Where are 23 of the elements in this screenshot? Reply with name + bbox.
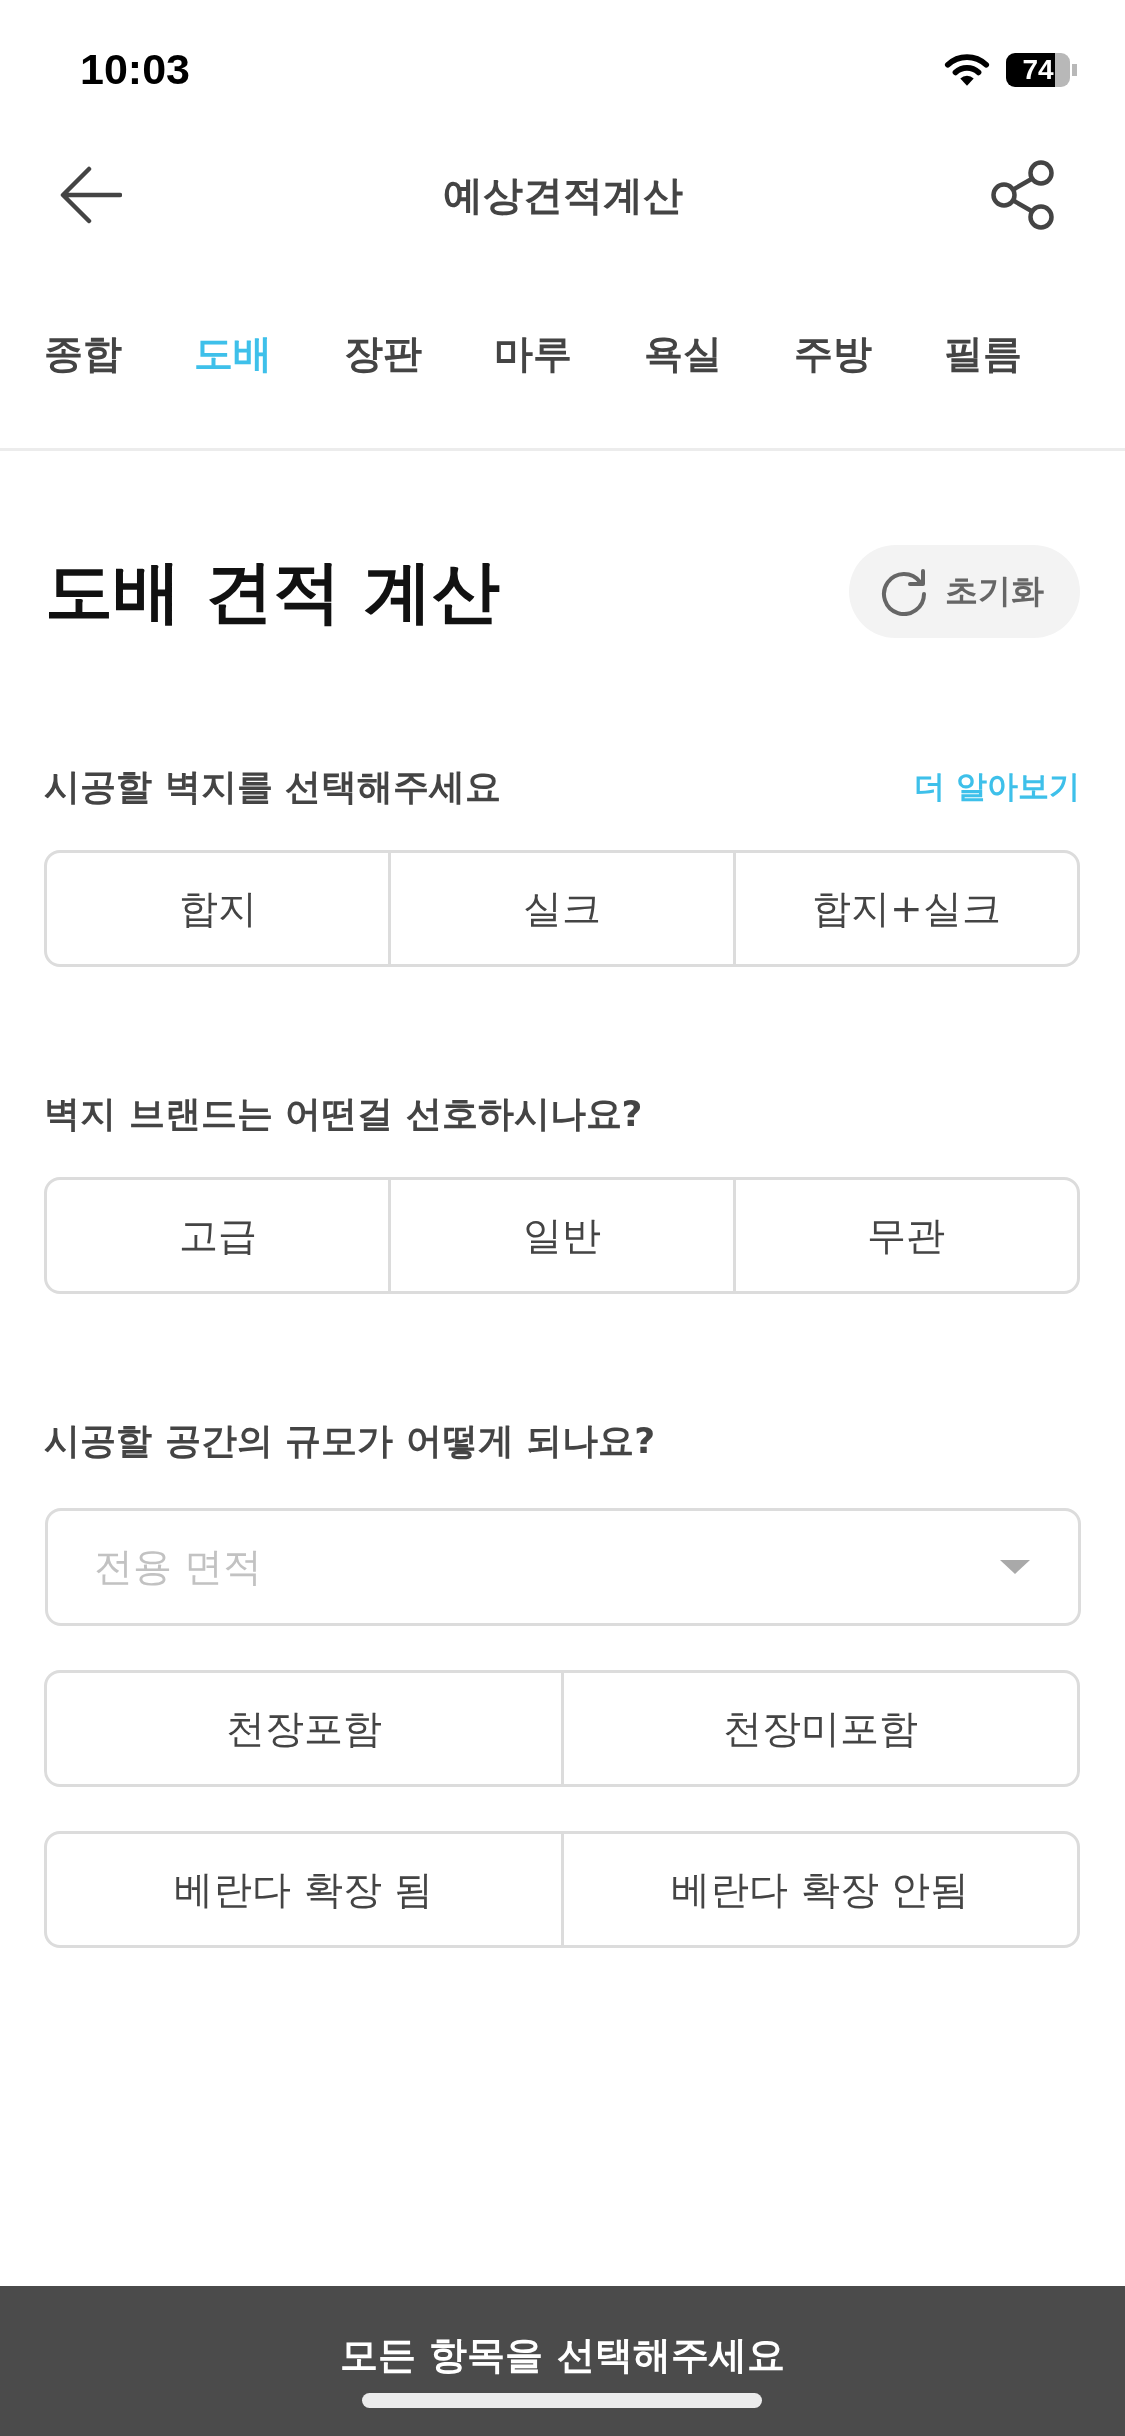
option-button[interactable]: 일반 xyxy=(388,1177,736,1294)
wifi-icon xyxy=(944,52,990,87)
question-label: 시공할 벽지를 선택해주세요 xyxy=(44,764,502,809)
category-tab[interactable]: 욕실 xyxy=(644,329,722,379)
category-tab[interactable]: 필름 xyxy=(944,329,1022,379)
question-label: 시공할 공간의 규모가 어떻게 되나요? xyxy=(44,1418,655,1463)
refresh-icon xyxy=(879,567,929,616)
category-tab[interactable]: 주방 xyxy=(794,329,872,379)
page-title: 도배 견적 계산 xyxy=(45,551,501,633)
header-title: 예상견적계산 xyxy=(442,170,683,220)
status-time: 10:03 xyxy=(80,44,190,94)
option-button[interactable]: 실크 xyxy=(388,850,736,967)
option-button[interactable]: 베란다 확장 됨 xyxy=(44,1831,564,1948)
category-tab[interactable]: 마루 xyxy=(494,329,572,379)
question-label: 벽지 브랜드는 어떤걸 선호하시나요? xyxy=(44,1091,643,1136)
caret-icon xyxy=(1000,1560,1030,1574)
category-tab[interactable]: 종합 xyxy=(44,329,122,379)
category-tab[interactable]: 장판 xyxy=(344,329,422,379)
share-icon[interactable] xyxy=(991,160,1055,230)
back-arrow-icon[interactable] xyxy=(60,166,122,224)
option-button[interactable]: 천장포함 xyxy=(44,1670,564,1787)
reset-button[interactable]: 초기화 xyxy=(849,545,1080,638)
battery-level-text: 74 xyxy=(1006,52,1070,87)
